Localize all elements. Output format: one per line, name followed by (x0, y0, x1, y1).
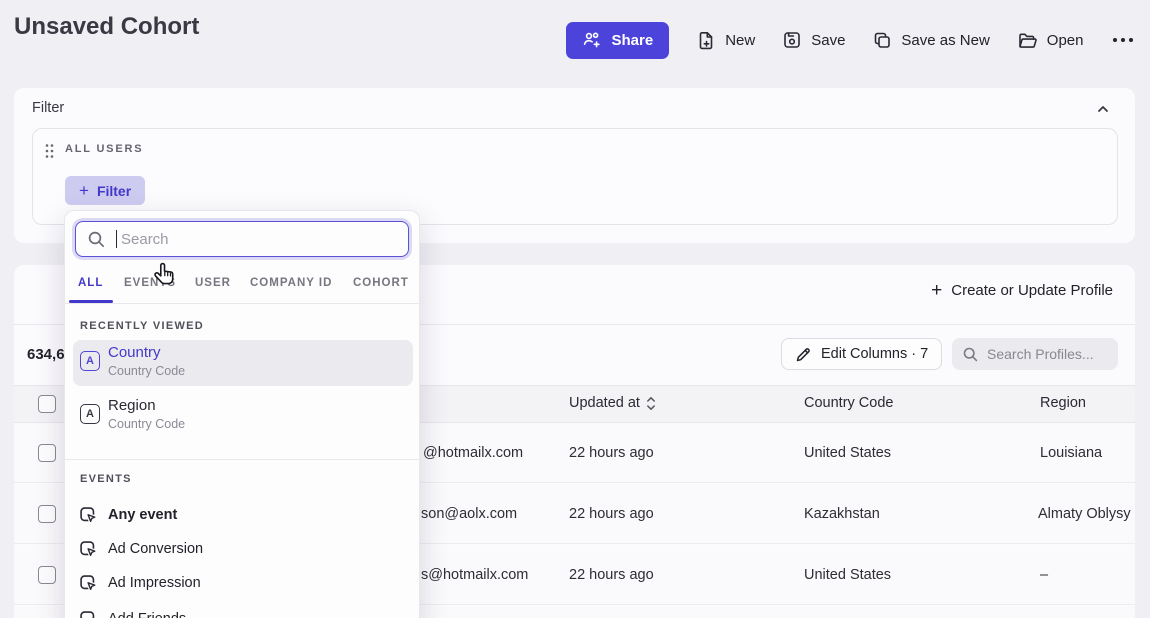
event-click-icon (79, 540, 98, 559)
new-button-label: New (725, 32, 755, 49)
save-button-label: Save (811, 32, 845, 49)
tab-cohort[interactable]: COHORT (353, 277, 409, 289)
edit-columns-button[interactable]: Edit Columns · 7 (781, 338, 942, 370)
cell-country-code: Kazakhstan (804, 506, 880, 522)
event-click-icon (79, 610, 98, 618)
hand-pointer-cursor (152, 261, 178, 289)
row-checkbox[interactable] (38, 505, 56, 523)
cell-country-code: United States (804, 567, 891, 583)
header-actions: Share New Save (566, 21, 1136, 59)
list-item-add-friends[interactable]: Add Friends (65, 603, 421, 618)
item-title: Region (108, 397, 156, 414)
text-caret (116, 230, 117, 248)
item-title: Add Friends (108, 611, 186, 618)
list-item-region[interactable]: A Region Country Code (73, 393, 413, 439)
cell-email: @hotmailx.com (423, 445, 523, 461)
list-item-ad-impression[interactable]: Ad Impression (65, 567, 421, 601)
create-profile-label: Create or Update Profile (951, 282, 1113, 299)
search-profiles-box (952, 338, 1118, 370)
sort-icon (646, 396, 656, 411)
share-button[interactable]: Share (566, 22, 670, 59)
share-users-icon (582, 31, 603, 49)
search-icon (87, 230, 106, 249)
plus-icon: + (931, 281, 942, 300)
open-button[interactable]: Open (1017, 31, 1084, 50)
cell-region: Almaty Oblysy (1038, 506, 1131, 522)
row-checkbox[interactable] (38, 444, 56, 462)
letter-a-icon: A (80, 404, 100, 424)
pencil-icon (795, 346, 812, 363)
list-item-country[interactable]: A Country Country Code (73, 340, 413, 386)
item-title: Country (108, 344, 161, 361)
divider (65, 303, 419, 304)
chevron-up-icon[interactable] (1095, 101, 1111, 117)
dropdown-search-box (75, 221, 409, 257)
item-subtitle: Country Code (108, 417, 185, 431)
cell-country-code: United States (804, 445, 891, 461)
dropdown-search-input[interactable] (121, 231, 391, 248)
save-as-new-button[interactable]: Save as New (872, 30, 989, 50)
cell-email: son@aolx.com (421, 506, 517, 522)
item-title: Ad Impression (108, 575, 201, 591)
new-file-icon (696, 30, 716, 51)
recently-viewed-heading: RECENTLY VIEWED (80, 320, 204, 332)
property-picker-dropdown: ALL EVENTS USER COMPANY ID COHORT RECENT… (64, 210, 420, 618)
app-screen: Unsaved Cohort Share New (0, 0, 1150, 618)
item-title: Ad Conversion (108, 541, 203, 557)
add-filter-button[interactable]: + Filter (65, 176, 145, 205)
cell-updated-at: 22 hours ago (569, 506, 654, 522)
tab-company-id[interactable]: COMPANY ID (250, 277, 332, 289)
copy-icon (872, 30, 892, 50)
cell-email: s@hotmailx.com (421, 567, 528, 583)
save-button[interactable]: Save (782, 30, 845, 50)
search-icon (962, 346, 979, 363)
cell-region: Louisiana (1040, 445, 1102, 461)
tab-user[interactable]: USER (195, 277, 231, 289)
cell-region: – (1040, 567, 1048, 583)
search-profiles-input[interactable] (987, 346, 1107, 362)
row-checkbox[interactable] (38, 566, 56, 584)
cell-updated-at: 22 hours ago (569, 567, 654, 583)
edit-columns-label: Edit Columns · 7 (821, 346, 928, 362)
new-button[interactable]: New (696, 30, 755, 51)
list-item-any-event[interactable]: Any event (65, 499, 421, 533)
letter-a-icon: A (80, 351, 100, 371)
share-button-label: Share (612, 32, 654, 49)
column-header-region[interactable]: Region (1040, 395, 1086, 411)
tab-all[interactable]: ALL (78, 277, 103, 289)
item-title: Any event (108, 507, 177, 523)
event-click-icon (79, 506, 98, 525)
add-filter-button-label: Filter (97, 183, 131, 199)
divider (65, 459, 419, 460)
open-button-label: Open (1047, 32, 1084, 49)
folder-icon (1017, 31, 1038, 50)
drag-handle-icon[interactable] (45, 143, 54, 159)
save-as-new-button-label: Save as New (901, 32, 989, 49)
page-title: Unsaved Cohort (14, 13, 199, 41)
column-header-updated-at[interactable]: Updated at (569, 395, 656, 411)
more-options-button[interactable] (1111, 34, 1136, 47)
item-subtitle: Country Code (108, 364, 185, 378)
cell-updated-at: 22 hours ago (569, 445, 654, 461)
save-icon (782, 30, 802, 50)
event-click-icon (79, 574, 98, 593)
events-heading: EVENTS (80, 473, 132, 485)
plus-icon: + (79, 182, 89, 199)
column-header-country-code[interactable]: Country Code (804, 395, 893, 411)
all-users-label: ALL USERS (65, 143, 143, 155)
create-or-update-profile-button[interactable]: + Create or Update Profile (931, 281, 1113, 300)
select-all-checkbox[interactable] (38, 395, 56, 413)
filter-panel-title: Filter (32, 100, 64, 116)
ellipsis-icon (1113, 38, 1118, 43)
list-item-ad-conversion[interactable]: Ad Conversion (65, 533, 421, 567)
